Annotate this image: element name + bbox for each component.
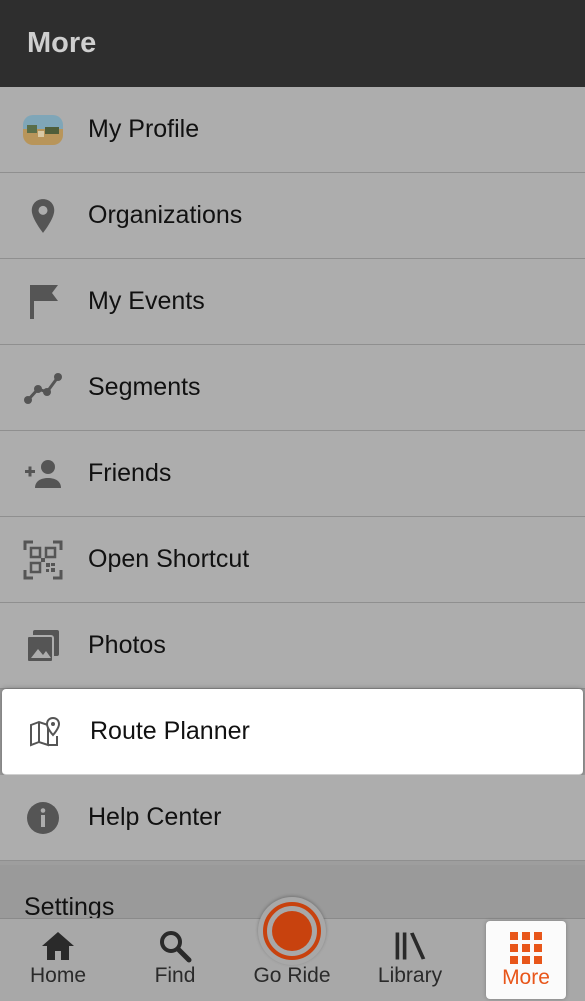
app-header: More — [0, 0, 585, 87]
menu-item-label: Route Planner — [90, 717, 250, 745]
menu-item-my-profile[interactable]: My Profile — [0, 87, 585, 173]
tab-label: Home — [29, 964, 87, 987]
menu-item-label: Photos — [88, 631, 166, 659]
menu-item-label: My Profile — [88, 115, 200, 143]
location-pin-icon — [22, 195, 64, 237]
photos-icon — [22, 625, 64, 667]
menu-item-label: Organizations — [88, 201, 243, 229]
menu-item-label: My Events — [88, 287, 205, 315]
menu-item-label: Friends — [88, 459, 172, 487]
tab-label: More — [502, 966, 550, 989]
bottom-tab-bar: Home Find Go Ride Library More — [0, 897, 585, 1001]
segments-icon — [22, 367, 64, 409]
menu-item-open-shortcut[interactable]: Open Shortcut — [0, 517, 585, 603]
library-icon — [392, 929, 428, 963]
avatar — [22, 109, 64, 151]
home-icon — [40, 929, 76, 963]
menu-item-route-planner[interactable]: Route Planner — [2, 689, 583, 775]
menu-item-label: Open Shortcut — [88, 545, 250, 573]
tab-library[interactable]: Library — [360, 919, 460, 1001]
add-friend-icon — [22, 453, 64, 495]
menu-item-my-events[interactable]: My Events — [0, 259, 585, 345]
info-icon — [22, 797, 64, 839]
tab-label: Go Ride — [253, 964, 331, 987]
menu-item-help-center[interactable]: Help Center — [0, 775, 585, 861]
tab-home[interactable]: Home — [8, 919, 108, 1001]
record-icon — [263, 902, 321, 960]
tab-label: Library — [377, 964, 443, 987]
tab-more[interactable]: More — [486, 921, 566, 999]
tab-label: Find — [154, 964, 196, 987]
menu-item-organizations[interactable]: Organizations — [0, 173, 585, 259]
go-ride-record-button[interactable] — [258, 897, 326, 965]
qr-code-icon — [22, 539, 64, 581]
page-title: More — [27, 27, 97, 59]
search-icon — [157, 929, 193, 963]
menu-item-label: Help Center — [88, 803, 222, 831]
flag-icon — [22, 281, 64, 323]
menu-item-friends[interactable]: Friends — [0, 431, 585, 517]
map-pin-icon — [24, 711, 66, 753]
menu-item-segments[interactable]: Segments — [0, 345, 585, 431]
menu-item-photos[interactable]: Photos — [0, 603, 585, 689]
tab-find[interactable]: Find — [125, 919, 225, 1001]
more-menu-list: My Profile Organizations My Events Segme… — [0, 87, 585, 861]
grid-icon — [508, 931, 544, 965]
menu-item-label: Segments — [88, 373, 201, 401]
